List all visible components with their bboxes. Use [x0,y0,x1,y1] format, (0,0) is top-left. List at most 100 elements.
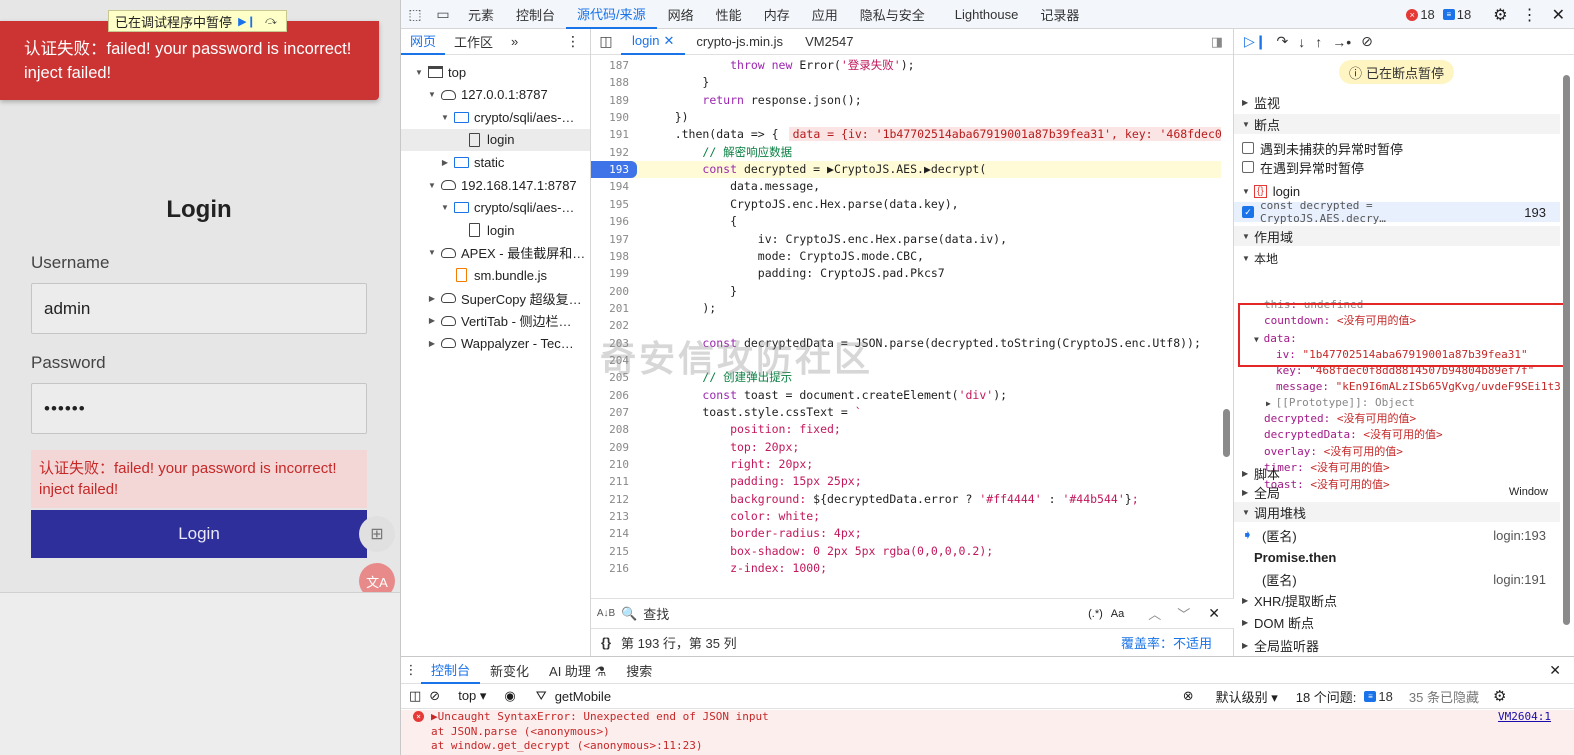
code-line[interactable]: 195 CryptoJS.enc.Hex.parse(data.key), [591,196,1221,213]
scope-variable[interactable]: decryptedData: <没有可用的值> [1234,427,1560,443]
code-line[interactable]: 200 } [591,283,1221,300]
code-line[interactable]: 211 padding: 15px 25px; [591,473,1221,490]
login-button[interactable]: Login [31,510,367,558]
editor-vertical-scrollbar[interactable] [1221,57,1231,607]
breakpoints-section[interactable]: ▼ 断点 [1234,114,1560,134]
expand-arrow-icon[interactable]: ▼ [426,181,438,190]
username-input[interactable]: admin [31,283,367,334]
code-line[interactable]: 212 background: ${decryptedData.error ? … [591,491,1221,508]
devtools-tab[interactable]: 元素 [457,0,505,29]
tab-page[interactable]: 网页 [401,29,446,55]
expand-arrow-icon[interactable]: ▼ [439,113,451,122]
line-number[interactable]: 191 [591,126,637,143]
scope-variable[interactable]: decrypted: <没有可用的值> [1234,411,1560,427]
issues-badge[interactable]: ≡ 18 [1364,689,1393,704]
line-number[interactable]: 203 [591,335,637,352]
line-number[interactable]: 214 [591,525,637,542]
line-number[interactable]: 206 [591,387,637,404]
tree-item[interactable]: ▼ APEX - 最佳截屏和… [401,242,590,264]
find-input[interactable]: 查找 [643,604,1088,623]
line-number[interactable]: 200 [591,283,637,300]
line-number[interactable]: 207 [591,404,637,421]
line-number[interactable]: 197 [591,231,637,248]
global-listeners-section[interactable]: ▶ 全局监听器 [1234,635,1560,655]
error-count-badge[interactable]: × 18 [1406,7,1435,22]
more-tabs-icon[interactable]: » [502,29,527,55]
code-line[interactable]: 197 iv: CryptoJS.enc.Hex.parse(data.iv), [591,231,1221,248]
code-line[interactable]: 201 ); [591,300,1221,317]
devtools-tab[interactable]: 应用 [801,0,849,29]
expand-arrow-icon[interactable]: ▼ [426,90,438,99]
collapse-arrow-icon[interactable]: ▶ [426,316,438,325]
sidebar-toggle-icon[interactable]: ◫ [409,688,421,704]
line-number[interactable]: 209 [591,439,637,456]
call-stack-section[interactable]: ▼ 调用堆栈 [1234,502,1560,522]
line-number[interactable]: 190 [591,109,637,126]
devtools-tab[interactable]: 内存 [753,0,801,29]
line-number[interactable]: 193 [591,161,637,179]
gear-icon[interactable]: ⚙ [1493,5,1507,25]
code-line[interactable]: 204 [591,352,1221,369]
expand-arrow-icon[interactable]: ▼ [439,203,451,212]
line-number[interactable]: 211 [591,473,637,490]
line-number[interactable]: 216 [591,560,637,577]
call-stack-frame[interactable]: Promise.then [1234,547,1560,567]
line-number[interactable]: 205 [591,369,637,386]
tree-item[interactable]: ▼ crypto/sqli/aes-… [401,106,590,128]
call-stack-frame[interactable]: ➧ (匿名) login:193 [1234,525,1560,545]
resume-icon[interactable]: ▷❙ [1244,33,1267,50]
code-line[interactable]: 194 data.message, [591,178,1221,195]
tree-item[interactable]: ▼ top [401,61,590,83]
checkbox[interactable] [1242,142,1254,154]
step-out-icon[interactable]: ↑ [1315,34,1322,50]
scope-section[interactable]: ▼ 作用域 [1234,226,1560,246]
toggle-navigator-icon[interactable]: ◫ [591,33,621,50]
line-number[interactable]: 198 [591,248,637,265]
line-number[interactable]: 194 [591,178,637,195]
line-number[interactable]: 189 [591,92,637,109]
collapse-arrow-icon[interactable]: ▶ [426,339,438,348]
tree-item[interactable]: login [401,219,590,241]
code-line[interactable]: 209 top: 20px; [591,439,1221,456]
tab-changes[interactable]: 新变化 [480,657,539,684]
tree-item[interactable]: ▼ crypto/sqli/aes-… [401,197,590,219]
replace-toggle-icon[interactable]: A↓B [591,608,621,619]
line-number[interactable]: 188 [591,74,637,91]
tree-item[interactable]: ▼ 127.0.0.1:8787 [401,84,590,106]
code-line[interactable]: 192 // 解密响应数据 [591,144,1221,161]
code-line[interactable]: 213 color: white; [591,508,1221,525]
code-line[interactable]: 215 box-shadow: 0 2px 5px rgba(0,0,0,0.2… [591,543,1221,560]
watch-section[interactable]: ▶ 监视 [1234,92,1560,112]
code-line[interactable]: 191 .then(data => {data = {iv: '1b477025… [591,126,1221,143]
line-number[interactable]: 212 [591,491,637,508]
pause-uncaught-option[interactable]: 遇到未捕获的异常时暂停 [1234,138,1560,158]
file-tab-login[interactable]: login ✕ [621,29,686,55]
filter-input[interactable]: getMobile [555,689,1175,704]
code-line[interactable]: 203 const decryptedData = JSON.parse(dec… [591,335,1221,352]
tree-item[interactable]: ▶ VertiTab - 侧边栏… [401,310,590,332]
resume-icon[interactable]: ▶❙ [238,13,256,29]
password-input[interactable]: •••••• [31,383,367,434]
toggle-debugger-icon[interactable]: ◨ [1211,34,1223,50]
error-line[interactable]: ▶Uncaught SyntaxError: Unexpected end of… [419,710,1574,725]
collapse-arrow-icon[interactable]: ▶ [426,294,438,303]
devtools-tab[interactable]: 记录器 [1029,0,1090,29]
issues-label[interactable]: 18 个问题: [1296,687,1357,706]
line-number[interactable]: 202 [591,317,637,334]
xhr-breakpoints-section[interactable]: ▶ XHR/提取断点 [1234,590,1560,610]
close-icon[interactable]: ✕ [663,33,674,49]
tree-item[interactable]: ▶ Wappalyzer - Tec… [401,332,590,354]
line-number[interactable]: 192 [591,144,637,161]
close-icon[interactable]: ✕ [1208,605,1220,622]
code-line[interactable]: 208 position: fixed; [591,421,1221,438]
gear-icon[interactable]: ⚙ [1493,687,1506,705]
breakpoint-file[interactable]: ▼{} login [1234,181,1560,201]
close-icon[interactable]: ✕ [1549,662,1561,679]
inspect-element-icon[interactable]: ⬚ [401,0,429,29]
context-selector[interactable]: top ▾ [458,688,486,704]
current-execution-line[interactable]: 193 const decrypted = ▶CryptoJS.AES.▶dec… [591,161,1221,179]
debugger-vertical-scrollbar[interactable] [1561,75,1571,645]
step-over-icon[interactable]: ⤼ [262,13,280,29]
code-line[interactable]: 189 return response.json(); [591,92,1221,109]
file-tab-crypto-js[interactable]: crypto-js.min.js [685,29,794,55]
